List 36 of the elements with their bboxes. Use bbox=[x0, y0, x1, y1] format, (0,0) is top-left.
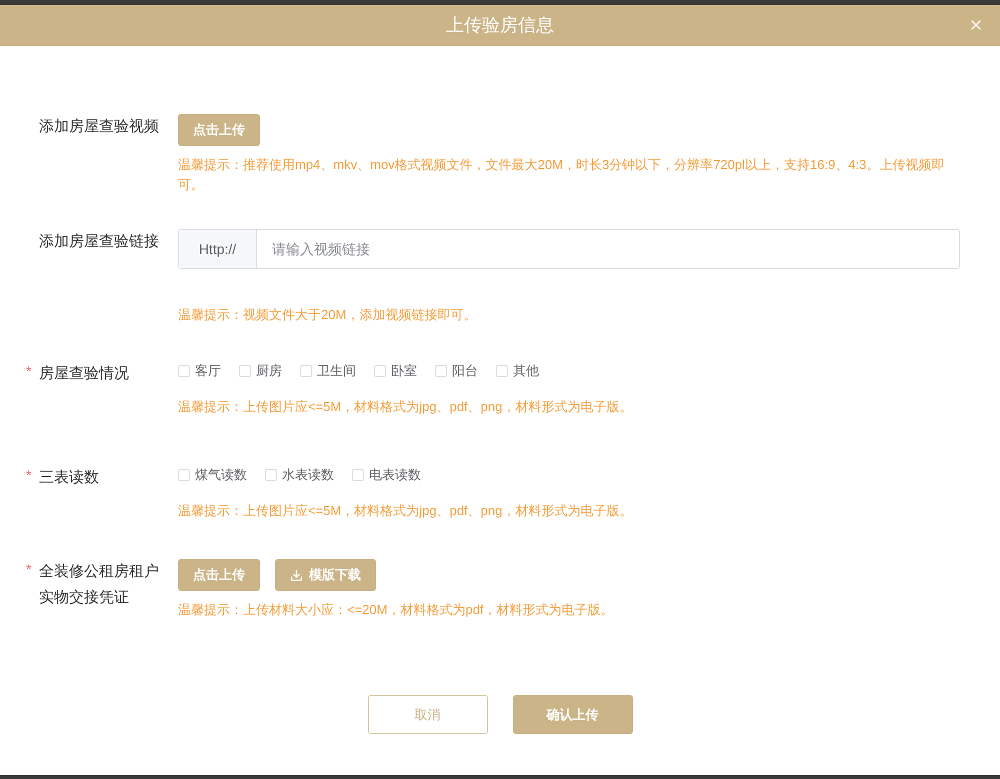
hint-text: 温馨提示：视频文件大于20M，添加视频链接即可。 bbox=[178, 306, 478, 324]
checkbox[interactable] bbox=[496, 365, 508, 377]
input-prefix: Http:// bbox=[179, 230, 257, 268]
hint-text: 温馨提示：推荐使用mp4、mkv、mov格式视频文件，文件最大20M，时长3分钟以下，分辨率720pl以上，支持16:9、4:3。上传视频即可。 bbox=[178, 156, 946, 194]
checkbox-option[interactable]: 客厅 bbox=[178, 361, 221, 381]
checkbox-option[interactable]: 水表读数 bbox=[265, 465, 334, 485]
checkbox[interactable] bbox=[435, 365, 447, 377]
checkbox[interactable] bbox=[178, 469, 190, 481]
checkbox[interactable] bbox=[239, 365, 251, 377]
field-label: 添加房屋查验视频 bbox=[39, 117, 160, 137]
required-mark: * bbox=[26, 467, 32, 483]
checkbox-option[interactable]: 煤气读数 bbox=[178, 465, 247, 485]
checkbox-option[interactable]: 阳台 bbox=[435, 361, 478, 381]
field-label: 添加房屋查验链接 bbox=[39, 232, 160, 252]
checkbox-option[interactable]: 厨房 bbox=[239, 361, 282, 381]
field-label: 全装修公租房租户实物交接凭证 bbox=[39, 562, 160, 608]
hint-text: 温馨提示：上传图片应<=5M，材料格式为jpg、pdf、png，材料形式为电子版。 bbox=[178, 398, 634, 416]
link-input-field[interactable]: 请输入视频链接 bbox=[257, 230, 959, 268]
download-icon bbox=[290, 568, 303, 582]
checkbox[interactable] bbox=[265, 469, 277, 481]
checkbox-option[interactable]: 其他 bbox=[496, 361, 539, 381]
field-label: 三表读数 bbox=[39, 468, 100, 488]
checkbox-option[interactable]: 电表读数 bbox=[352, 465, 421, 485]
dialog-title: 上传验房信息 bbox=[446, 14, 554, 37]
checkbox-option[interactable]: 卫生间 bbox=[300, 361, 356, 381]
required-mark: * bbox=[26, 561, 32, 577]
hint-text: 温馨提示：上传材料大小应：<=20M，材料格式为pdf，材料形式为电子版。 bbox=[178, 601, 615, 619]
checkbox[interactable] bbox=[178, 365, 190, 377]
url-input-group[interactable]: Http:// 请输入视频链接 bbox=[178, 229, 960, 269]
checkbox[interactable] bbox=[374, 365, 386, 377]
field-label: 房屋查验情况 bbox=[39, 364, 130, 384]
required-mark: * bbox=[26, 363, 32, 379]
hint-text: 温馨提示：上传图片应<=5M，材料格式为jpg、pdf、png，材料形式为电子版。 bbox=[178, 502, 634, 520]
checkbox[interactable] bbox=[300, 365, 312, 377]
checkbox[interactable] bbox=[352, 469, 364, 481]
checkbox-option[interactable]: 卧室 bbox=[374, 361, 417, 381]
